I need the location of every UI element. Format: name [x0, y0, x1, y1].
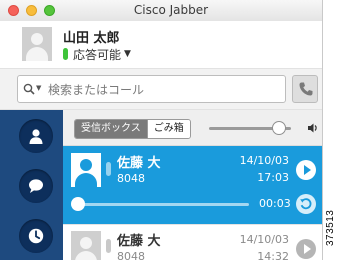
nav-contacts[interactable] — [19, 119, 53, 153]
window-title: Cisco Jabber — [133, 3, 209, 17]
call-button[interactable] — [292, 75, 318, 103]
phone-icon — [299, 82, 313, 96]
chat-icon — [29, 179, 43, 193]
jabber-window: Cisco Jabber 山田 太郎 応答可能 ▼ ▼ 検索またはコール 受信ボ… — [0, 0, 323, 260]
voicemail-date: 14/10/03 — [239, 154, 289, 167]
voicemail-panel: 受信ボックス ごみ箱 佐藤 大 8048 14/10/03 17:03 00:0… — [63, 110, 322, 260]
playback-progress-bar[interactable] — [77, 203, 249, 206]
unread-marker — [106, 162, 111, 176]
voicemail-time: 14:32 — [257, 250, 289, 260]
search-input[interactable] — [46, 79, 282, 101]
search-icon — [23, 83, 35, 95]
voicemail-sender: 佐藤 大 — [117, 234, 161, 249]
presence-indicator — [63, 48, 68, 60]
voicemail-time: 17:03 — [257, 171, 289, 184]
play-button[interactable] — [296, 239, 316, 259]
search-bar: ▼ — [0, 68, 322, 110]
tab-inbox[interactable]: 受信ボックス — [75, 120, 147, 138]
presence-selector[interactable]: 応答可能 ▼ — [63, 46, 131, 62]
folder-switcher: 受信ボックス ごみ箱 — [74, 119, 191, 139]
playback-time: 00:03 — [259, 197, 291, 210]
profile-header: 山田 太郎 応答可能 ▼ — [0, 21, 322, 68]
title-bar: Cisco Jabber — [0, 0, 322, 21]
avatar — [71, 231, 101, 260]
chevron-down-icon: ▼ — [36, 84, 42, 92]
search-field[interactable]: ▼ — [17, 75, 286, 103]
avatar[interactable] — [22, 27, 52, 61]
nav-chat[interactable] — [19, 169, 53, 203]
chevron-down-icon: ▼ — [124, 49, 131, 59]
presence-status: 応答可能 — [73, 47, 122, 62]
clock-icon — [28, 228, 44, 244]
avatar — [71, 153, 101, 187]
play-button[interactable] — [296, 160, 316, 180]
replay-button[interactable] — [296, 194, 316, 214]
person-icon — [80, 159, 92, 171]
contacts-icon — [29, 129, 43, 144]
tab-trash[interactable]: ごみ箱 — [146, 120, 190, 138]
voicemail-toolbar: 受信ボックス ごみ箱 — [63, 110, 322, 146]
voicemail-number: 8048 — [117, 172, 145, 185]
speaker-icon — [308, 123, 317, 133]
replay-icon — [300, 198, 312, 210]
voicemail-sender: 佐藤 大 — [117, 156, 161, 171]
playback-progress-knob[interactable] — [71, 197, 85, 211]
unread-marker — [106, 239, 111, 253]
play-icon — [304, 244, 311, 254]
voicemail-date: 14/10/03 — [239, 233, 289, 246]
voicemail-number: 8048 — [117, 250, 145, 260]
person-icon — [31, 33, 43, 45]
volume-slider-knob[interactable] — [271, 121, 286, 135]
person-icon — [80, 237, 92, 249]
user-name: 山田 太郎 — [63, 31, 120, 46]
voicemail-item[interactable]: 佐藤 大 8048 14/10/03 14:32 — [63, 224, 322, 260]
voicemail-item-selected[interactable]: 佐藤 大 8048 14/10/03 17:03 00:03 — [63, 146, 322, 224]
nav-rail — [0, 110, 63, 260]
play-icon — [304, 165, 311, 175]
figure-id: 373513 — [325, 209, 336, 246]
nav-history[interactable] — [19, 219, 53, 253]
